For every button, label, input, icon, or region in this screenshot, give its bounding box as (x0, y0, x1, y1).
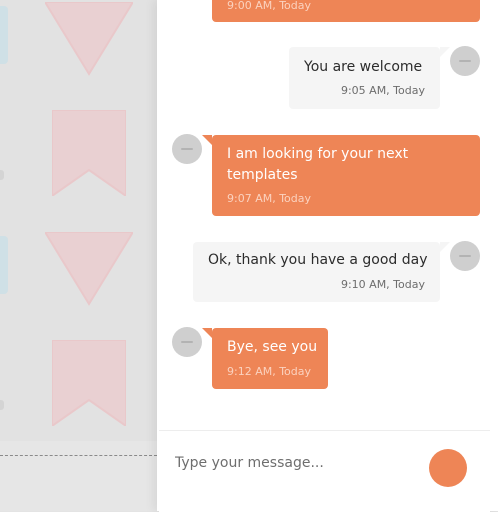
background-marker (0, 170, 4, 180)
background-tab (0, 6, 8, 64)
background-marker (0, 400, 4, 410)
message-input[interactable] (173, 445, 422, 481)
chat-panel: 9:00 AM, Today You are welcome 9:05 AM, … (157, 0, 498, 512)
background-footer (0, 441, 157, 511)
bubble-tail (202, 135, 212, 145)
message-time: 9:07 AM, Today (227, 192, 312, 205)
bookmark-shape-icon (52, 110, 126, 196)
outgoing-message: Ok, thank you have a good day 9:10 AM, T… (193, 242, 440, 302)
message-text: Ok, thank you have a good day (208, 252, 428, 268)
message-time: 9:12 AM, Today (227, 365, 312, 378)
message-list[interactable]: 9:00 AM, Today You are welcome 9:05 AM, … (157, 0, 498, 430)
contact-avatar[interactable] (172, 327, 202, 357)
contact-avatar[interactable] (172, 134, 202, 164)
outgoing-message: You are welcome 9:05 AM, Today (289, 47, 440, 109)
bubble-tail (440, 242, 450, 252)
message-text: templates (227, 167, 298, 183)
send-button[interactable] (429, 449, 467, 487)
background-tab (0, 236, 8, 294)
user-avatar[interactable] (450, 241, 480, 271)
message-text: I am looking for your next (227, 146, 409, 162)
background-overlay (0, 0, 157, 511)
incoming-message: 9:00 AM, Today (212, 0, 480, 22)
message-text: Bye, see you (227, 339, 318, 355)
incoming-message: I am looking for your next templates 9:0… (212, 135, 480, 216)
message-time: 9:05 AM, Today (340, 84, 425, 97)
message-composer (159, 430, 490, 512)
incoming-message: Bye, see you 9:12 AM, Today (212, 328, 328, 389)
message-time: 9:10 AM, Today (340, 278, 425, 291)
background-divider (0, 455, 157, 456)
pennant-shape-icon (45, 232, 133, 306)
bookmark-shape-icon (52, 340, 126, 426)
bubble-tail (440, 47, 450, 57)
message-text: You are welcome (304, 59, 423, 75)
bubble-tail (202, 328, 212, 338)
message-time: 9:00 AM, Today (227, 0, 312, 12)
user-avatar[interactable] (450, 46, 480, 76)
pennant-shape-icon (45, 2, 133, 76)
